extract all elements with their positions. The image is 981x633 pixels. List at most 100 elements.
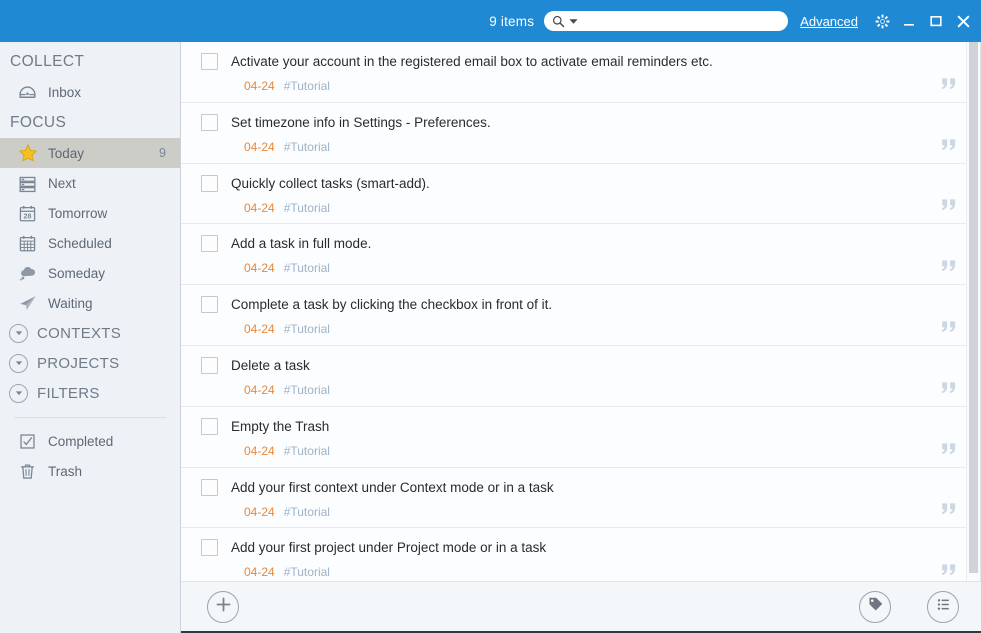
task-title: Add your first context under Context mod…: [231, 479, 554, 495]
task-row[interactable]: Quickly collect tasks (smart-add). 04-24 #…: [181, 163, 980, 225]
sidebar-group-projects[interactable]: PROJECTS: [0, 348, 180, 378]
chevron-down-circle-icon: [9, 383, 28, 403]
cloud-icon: [18, 263, 44, 283]
sidebar-item-waiting[interactable]: Waiting: [0, 288, 180, 318]
calendar-grid-icon: [18, 234, 44, 253]
sidebar-item-scheduled[interactable]: Scheduled: [0, 228, 180, 258]
task-checkbox[interactable]: [201, 235, 218, 253]
quote-icon[interactable]: [938, 442, 960, 460]
task-title: Activate your account in the registered …: [231, 54, 713, 69]
sidebar: COLLECT Inbox FOCUS Today 9 Next 28 Tomo…: [0, 42, 181, 633]
task-checkbox[interactable]: [201, 539, 218, 557]
task-date: 04-24: [244, 261, 275, 276]
task-title: Set timezone info in Settings - Preferen…: [231, 114, 491, 130]
minimize-icon[interactable]: [901, 13, 917, 29]
task-checkbox[interactable]: [201, 53, 218, 70]
task-checkbox[interactable]: [201, 174, 218, 192]
star-icon: [18, 143, 44, 163]
task-checkbox[interactable]: [201, 478, 218, 496]
quote-icon[interactable]: [938, 138, 960, 156]
task-row[interactable]: Delete a task 04-24 #Tutorial: [181, 345, 980, 407]
quote-icon[interactable]: [938, 381, 960, 399]
sidebar-item-label: Inbox: [48, 84, 82, 100]
sidebar-group-contexts[interactable]: CONTEXTS: [0, 318, 180, 348]
sidebar-item-label: Someday: [48, 265, 106, 281]
vertical-scrollbar[interactable]: [966, 42, 980, 581]
sidebar-item-label: Today: [48, 145, 85, 161]
task-tag[interactable]: #Tutorial: [284, 201, 330, 215]
task-row[interactable]: Set timezone info in Settings - Preferen…: [181, 102, 980, 164]
task-title: Add a task in full mode.: [231, 236, 372, 252]
advanced-search-link[interactable]: Advanced: [800, 14, 858, 29]
task-meta-row: 04-24 #Tutorial: [201, 192, 980, 215]
task-tag[interactable]: #Tutorial: [284, 383, 330, 397]
sidebar-item-next[interactable]: Next: [0, 168, 180, 198]
quote-icon[interactable]: [938, 259, 960, 277]
sidebar-item-completed[interactable]: Completed: [0, 426, 180, 456]
task-title-row: Empty the Trash: [201, 407, 980, 435]
task-checkbox[interactable]: [201, 417, 218, 435]
task-meta-row: 04-24 #Tutorial: [201, 131, 980, 154]
task-checkbox[interactable]: [201, 296, 218, 314]
task-meta-row: 04-24 #Tutorial: [201, 556, 980, 579]
scrollbar-thumb[interactable]: [969, 42, 978, 573]
task-title-row: Activate your account in the registered …: [201, 42, 980, 70]
tag-filter-button[interactable]: [859, 590, 891, 623]
item-count-label: 9 items: [489, 13, 535, 29]
task-title: Empty the Trash: [231, 418, 330, 434]
search-box[interactable]: [544, 11, 789, 31]
sidebar-item-inbox[interactable]: Inbox: [0, 77, 180, 107]
task-checkbox[interactable]: [201, 113, 218, 131]
sidebar-section-collect: COLLECT: [10, 53, 85, 70]
quote-icon[interactable]: [938, 320, 960, 338]
task-tag[interactable]: #Tutorial: [284, 565, 330, 579]
task-row[interactable]: Activate your account in the registered …: [181, 42, 980, 103]
task-row[interactable]: Add a task in full mode. 04-24 #Tutorial: [181, 224, 980, 286]
gear-icon[interactable]: [874, 13, 890, 29]
close-icon[interactable]: [955, 13, 971, 29]
task-checkbox[interactable]: [201, 356, 218, 374]
task-row[interactable]: Add your first context under Context mod…: [181, 467, 980, 529]
add-task-button[interactable]: [207, 590, 239, 623]
task-list[interactable]: Activate your account in the registered …: [181, 42, 981, 581]
sidebar-item-someday[interactable]: Someday: [0, 258, 180, 288]
chevron-down-circle-icon: [9, 323, 28, 343]
sidebar-group-label: CONTEXTS: [37, 324, 122, 342]
next-list-icon: [18, 174, 44, 193]
sidebar-item-label: Waiting: [48, 295, 93, 311]
task-title-row: Add your first project under Project mod…: [201, 528, 980, 557]
task-title: Quickly collect tasks (smart-add).: [231, 175, 430, 191]
sidebar-item-label: Trash: [48, 463, 83, 479]
bottom-toolbar: [181, 581, 981, 633]
window-controls: [874, 13, 971, 29]
task-tag[interactable]: #Tutorial: [284, 322, 330, 336]
maximize-icon[interactable]: [928, 13, 944, 29]
sidebar-item-today[interactable]: Today 9: [0, 138, 180, 168]
task-tag[interactable]: #Tutorial: [284, 505, 330, 519]
sidebar-item-trash[interactable]: Trash: [0, 456, 180, 486]
task-title: Delete a task: [231, 357, 310, 373]
task-row[interactable]: Complete a task by clicking the checkbox…: [181, 285, 980, 346]
sidebar-group-filters[interactable]: FILTERS: [0, 378, 180, 408]
task-meta-row: 04-24 #Tutorial: [201, 435, 980, 458]
task-title-row: Set timezone info in Settings - Preferen…: [201, 103, 980, 131]
sidebar-item-label: Completed: [48, 433, 114, 449]
view-options-button[interactable]: [927, 590, 959, 623]
task-meta-row: 04-24 #Tutorial: [201, 313, 980, 336]
quote-icon[interactable]: [938, 563, 960, 581]
toolbar-right-group: [859, 590, 959, 623]
task-row[interactable]: Add your first project under Project mod…: [181, 528, 980, 581]
task-tag[interactable]: #Tutorial: [284, 79, 330, 93]
chevron-down-icon[interactable]: [569, 17, 578, 26]
task-tag[interactable]: #Tutorial: [284, 140, 330, 154]
quote-icon[interactable]: [938, 77, 960, 95]
quote-icon[interactable]: [938, 502, 960, 520]
quote-icon[interactable]: [938, 198, 960, 216]
task-date: 04-24: [244, 504, 275, 519]
task-tag[interactable]: #Tutorial: [284, 444, 330, 458]
sidebar-item-tomorrow[interactable]: 28 Tomorrow: [0, 198, 180, 228]
task-tag[interactable]: #Tutorial: [284, 261, 330, 275]
search-input[interactable]: [578, 13, 781, 29]
task-row[interactable]: Empty the Trash 04-24 #Tutorial: [181, 406, 980, 468]
task-title: Complete a task by clicking the checkbox…: [231, 297, 553, 313]
